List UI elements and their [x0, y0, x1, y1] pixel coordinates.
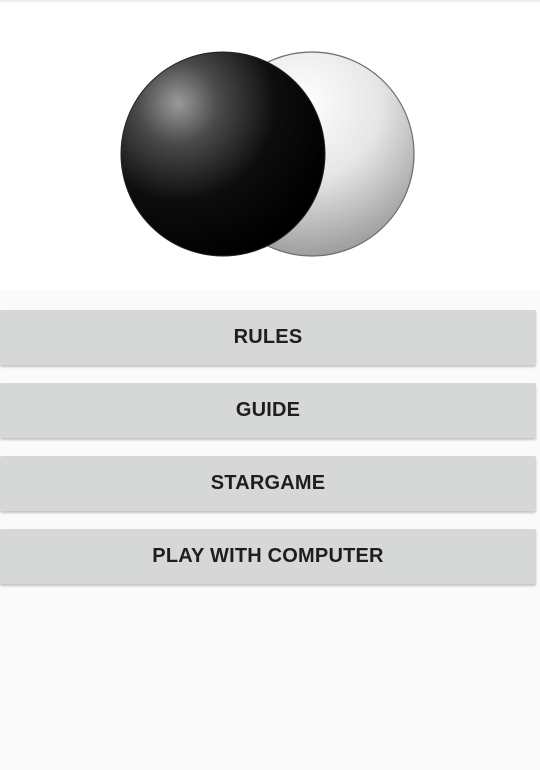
- black-stone: [120, 51, 326, 257]
- guide-button[interactable]: GUIDE: [0, 383, 536, 438]
- start-game-button[interactable]: STARGAME: [0, 456, 536, 511]
- rules-button[interactable]: RULES: [0, 310, 536, 365]
- black-white-stones-logo-icon: [120, 51, 415, 257]
- header-area: [0, 2, 540, 290]
- play-with-computer-button[interactable]: PLAY WITH COMPUTER: [0, 529, 536, 584]
